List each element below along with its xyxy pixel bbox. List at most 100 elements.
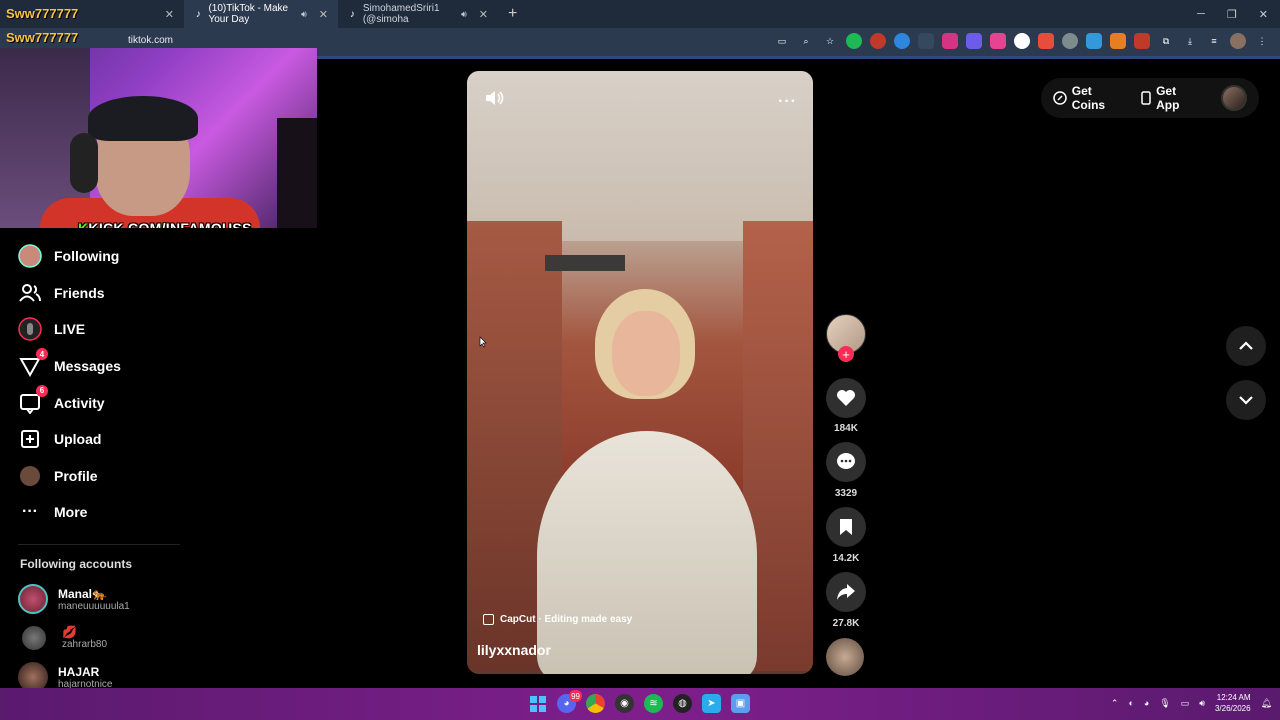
browser-tab-profile[interactable]: ♪ SimohamedSriri1 (@simoha 🔊︎ ✕	[338, 0, 498, 28]
extension-icon[interactable]	[966, 33, 982, 49]
obs-icon[interactable]: ◉	[615, 694, 634, 713]
following-account[interactable]: 💋 zahrarb80	[18, 625, 107, 650]
speaker-icon[interactable]: 🔊︎	[301, 9, 307, 20]
windows-start-icon[interactable]	[528, 694, 547, 713]
sidebar-item-upload[interactable]: Upload	[18, 421, 198, 458]
get-app-button[interactable]: Get App	[1141, 84, 1201, 112]
volume-tray-icon[interactable]: 🔊︎	[1199, 698, 1205, 709]
music-disc[interactable]	[826, 638, 864, 676]
sidebar-item-label: Messages	[54, 358, 121, 375]
sidebar-item-label: Upload	[54, 431, 102, 448]
extension-icon[interactable]	[1062, 33, 1078, 49]
extension-icon[interactable]	[894, 33, 910, 49]
menu-dots-icon[interactable]: ⋮	[1254, 33, 1270, 49]
webcam-monitor	[277, 118, 317, 228]
headset-icon	[70, 133, 98, 193]
share-button[interactable]	[826, 572, 866, 612]
sidebar-nav: Following Friends LIVE 4 Messages 6 Acti…	[18, 238, 198, 531]
sidebar-item-label: More	[54, 504, 88, 521]
taskbar-apps: ◕ 99 ◉ ≋ ◍ ➤ ▣	[528, 690, 750, 713]
sidebar-item-more[interactable]: ··· More	[18, 494, 198, 531]
discord-icon[interactable]: ◕ 99	[557, 690, 582, 713]
discord-tray-icon[interactable]: ◕	[1144, 698, 1149, 708]
close-window-icon[interactable]: ✕	[1259, 8, 1268, 21]
system-tray: ⌃ ◐ ◕ 🎙︎ ▭ 🔊︎ 12:24 AM 3/26/2026 🔔︎	[1111, 692, 1272, 714]
extension-icon[interactable]	[846, 33, 862, 49]
kick-logo: K	[78, 220, 89, 228]
new-tab-button[interactable]: +	[498, 5, 527, 23]
account-name: Manal🐅	[58, 586, 107, 601]
clock-time: 12:24 AM	[1216, 693, 1251, 702]
video-author[interactable]: lilyxxnador	[477, 642, 551, 658]
sidebar-item-following[interactable]: Following	[18, 238, 198, 275]
close-tab-icon[interactable]: ✕	[479, 8, 488, 21]
extension-icon[interactable]	[1038, 33, 1054, 49]
next-video-button[interactable]	[1226, 380, 1266, 420]
top-right-bar: Get Coins Get App	[1041, 78, 1259, 118]
extension-icon[interactable]	[870, 33, 886, 49]
kick-url: KICK.COM/INFAMOUSS	[88, 220, 252, 228]
restore-icon[interactable]: ❐	[1227, 8, 1237, 21]
zoom-icon[interactable]: ⌕	[798, 33, 814, 49]
microphone-icon[interactable]: 🎙︎	[1159, 698, 1170, 709]
sidebar-item-profile[interactable]: Profile	[18, 458, 198, 495]
video-player[interactable]: ··· CapCut · Editing made easy lilyxxnad…	[467, 71, 813, 674]
user-avatar[interactable]	[1221, 85, 1247, 111]
browser-tab-tiktok[interactable]: ♪ (10)TikTok - Make Your Day 🔊︎ ✕	[184, 0, 338, 28]
capcut-effect-label[interactable]: CapCut · Editing made easy	[483, 614, 632, 625]
remote-desktop-icon[interactable]: ▣	[731, 694, 750, 713]
extension-icon[interactable]	[942, 33, 958, 49]
sidebar-item-live[interactable]: LIVE	[18, 311, 198, 348]
extension-icon[interactable]	[918, 33, 934, 49]
video-subject-face	[612, 311, 680, 396]
screen-share-icon[interactable]: ▭	[774, 33, 790, 49]
url-text[interactable]: tiktok.com	[128, 35, 173, 46]
bookmark-star-icon[interactable]: ☆	[822, 33, 838, 49]
extension-icon[interactable]	[1110, 33, 1126, 49]
previous-video-button[interactable]	[1226, 326, 1266, 366]
sidebar-item-messages[interactable]: 4 Messages	[18, 348, 198, 385]
messages-icon: 4	[18, 348, 48, 378]
tray-app-icon[interactable]: ◐	[1128, 698, 1133, 708]
github-icon[interactable]: ◍	[673, 694, 692, 713]
save-button[interactable]	[826, 507, 866, 547]
heart-icon	[837, 390, 855, 406]
sidebar-item-activity[interactable]: 6 Activity	[18, 384, 198, 421]
follow-plus-icon[interactable]: +	[838, 346, 854, 362]
speaker-icon[interactable]: 🔊︎	[461, 9, 467, 20]
more-icon: ···	[22, 503, 38, 521]
clock[interactable]: 12:24 AM 3/26/2026	[1215, 692, 1251, 714]
sidebar-item-friends[interactable]: Friends	[18, 275, 198, 312]
network-icon[interactable]: ▭	[1181, 698, 1190, 709]
following-account[interactable]: Manal🐅 maneuuuuuula1	[18, 584, 130, 614]
extension-icon[interactable]	[1086, 33, 1102, 49]
phone-icon	[1141, 91, 1152, 105]
media-icon[interactable]: ≡	[1206, 33, 1222, 49]
download-icon[interactable]: ⤓	[1182, 33, 1198, 49]
browser-profile-avatar[interactable]	[1230, 33, 1246, 49]
chevron-up-icon	[1239, 341, 1253, 350]
extension-icon[interactable]	[990, 33, 1006, 49]
sidebar-item-label: LIVE	[54, 321, 86, 338]
sidebar-item-label: Following	[54, 248, 120, 265]
like-button[interactable]	[826, 378, 866, 418]
tab-label: SimohamedSriri1 (@simoha	[362, 3, 440, 25]
puzzle-icon[interactable]: ⧉	[1158, 33, 1174, 49]
close-tab-icon[interactable]: ✕	[165, 8, 174, 21]
extension-icon[interactable]	[1134, 33, 1150, 49]
like-count: 184K	[834, 423, 858, 434]
get-coins-button[interactable]: Get Coins	[1053, 84, 1127, 112]
telegram-icon[interactable]: ➤	[702, 694, 721, 713]
comment-button[interactable]	[826, 442, 866, 482]
spotify-icon[interactable]: ≋	[644, 694, 663, 713]
window-controls: ─ ❐ ✕	[1197, 8, 1280, 21]
notification-icon[interactable]: 🔔︎	[1261, 698, 1272, 709]
extension-icon[interactable]	[1014, 33, 1030, 49]
chrome-icon[interactable]	[586, 694, 605, 713]
minimize-icon[interactable]: ─	[1197, 8, 1205, 21]
close-tab-icon[interactable]: ✕	[319, 8, 328, 21]
live-icon	[18, 317, 42, 342]
chevron-up-icon[interactable]: ⌃	[1111, 698, 1119, 709]
volume-icon[interactable]	[483, 87, 505, 109]
video-more-icon[interactable]: ···	[778, 93, 797, 111]
